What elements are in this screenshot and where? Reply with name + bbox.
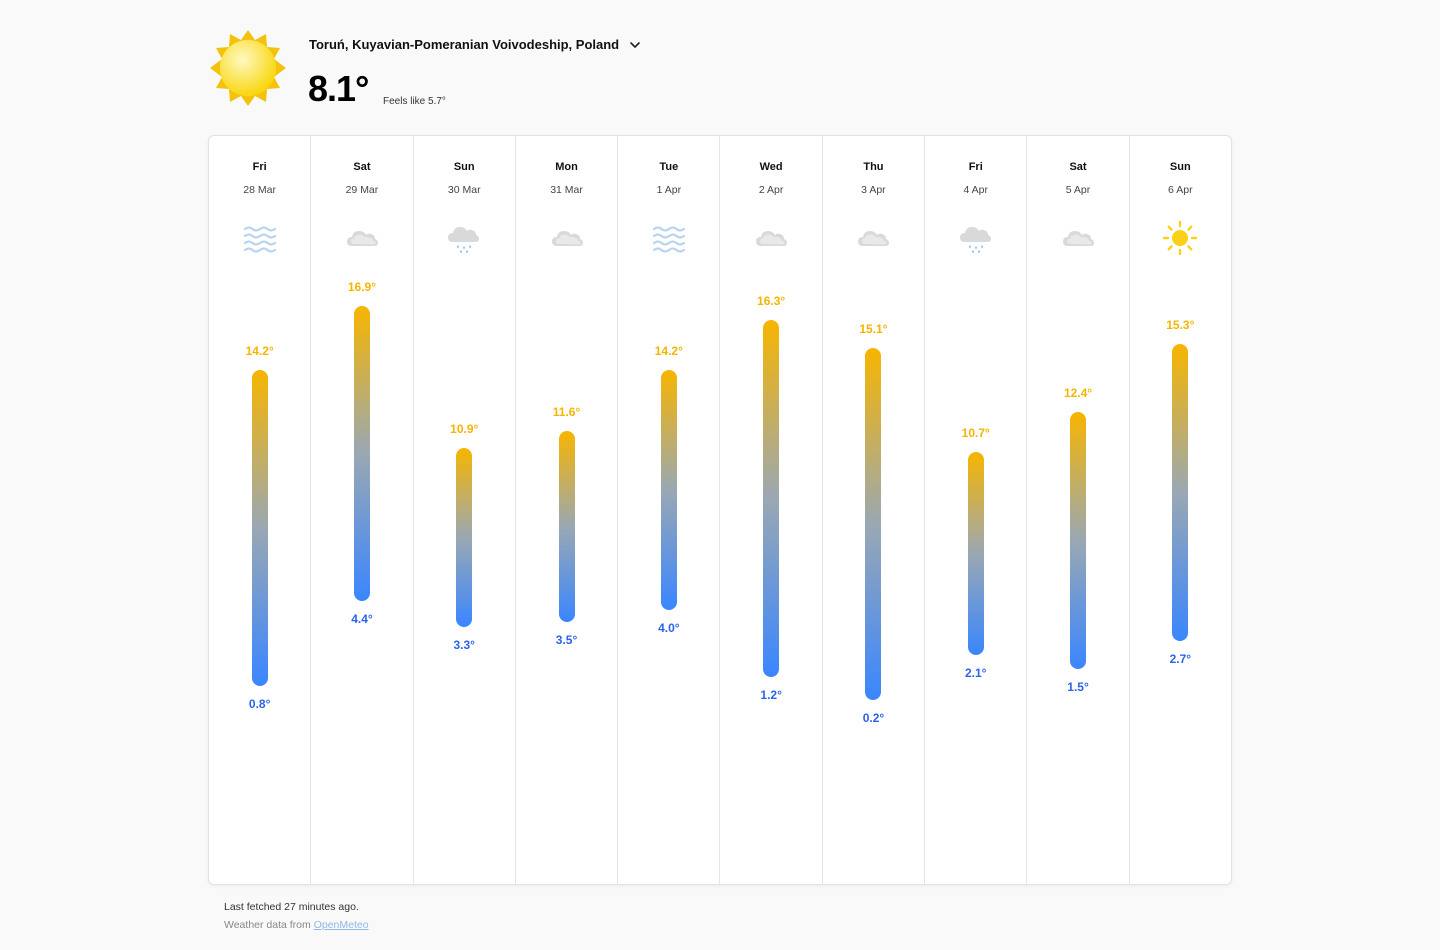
day-of-week: Fri	[968, 161, 983, 173]
day-of-week: Sun	[1169, 161, 1191, 173]
sun-icon	[210, 30, 286, 106]
location-selector[interactable]: Toruń, Kuyavian-Pomeranian Voivodeship, …	[309, 37, 641, 52]
sun-icon	[1162, 220, 1198, 256]
forecast-day-column: Wed 2 Apr 16.3° 1.2°	[720, 136, 823, 884]
day-date: 28 Mar	[243, 184, 276, 196]
high-temperature-label: 14.2°	[245, 343, 274, 358]
day-date: 5 Apr	[1065, 184, 1091, 196]
low-temperature-label: 1.2°	[760, 687, 782, 702]
high-temperature-label: 15.3°	[1166, 317, 1195, 332]
low-temperature-label: 1.5°	[1067, 680, 1089, 695]
high-temperature-label: 16.3°	[757, 294, 786, 309]
low-temperature-label: 4.4°	[351, 612, 373, 626]
temperature-range-bar	[456, 447, 473, 627]
location-name: Toruń, Kuyavian-Pomeranian Voivodeship, …	[309, 37, 620, 52]
day-of-week: Sun	[453, 161, 475, 173]
feels-like-temperature: Feels like 5.7°	[383, 96, 446, 107]
day-of-week: Sat	[353, 161, 371, 173]
temperature-range-bar	[967, 452, 984, 656]
temperature-range-bar	[660, 369, 677, 611]
temperature-range-bar	[353, 306, 370, 601]
day-date: 1 Apr	[656, 184, 682, 196]
current-temperature: 8.1°	[308, 68, 369, 109]
chevron-down-icon[interactable]	[629, 39, 641, 51]
low-temperature-label: 0.8°	[248, 696, 271, 711]
footer: Last fetched 27 minutes ago. Weather dat…	[224, 901, 369, 937]
temperature-range-bar	[763, 320, 780, 677]
cloud-icon	[753, 220, 789, 256]
day-date: 31 Mar	[550, 184, 583, 196]
fog-icon	[651, 220, 687, 256]
low-temperature-label: 4.0°	[658, 621, 680, 636]
forecast-day-column: Fri 4 Apr 10.7° 2.1°	[925, 136, 1028, 884]
data-source-text: Weather data from OpenMeteo	[224, 919, 369, 931]
forecast-day-column: Sat 5 Apr 12.4° 1.5°	[1027, 136, 1130, 884]
day-of-week: Thu	[863, 161, 884, 173]
day-date: 30 Mar	[447, 184, 481, 196]
day-of-week: Fri	[252, 161, 267, 173]
low-temperature-label: 2.7°	[1169, 652, 1192, 667]
temperature-range-bar	[558, 431, 575, 623]
cloud-icon	[1060, 220, 1096, 256]
day-of-week: Sat	[1069, 161, 1087, 173]
cloud-icon	[549, 220, 585, 256]
forecast-day-column: Sat 29 Mar 16.9° 4.4°	[311, 136, 414, 884]
forecast-day-column: Mon 31 Mar 11.6° 3.5°	[516, 136, 619, 884]
high-temperature-label: 14.2°	[654, 343, 683, 358]
rain-cloud-icon	[958, 220, 994, 256]
day-date: 6 Apr	[1168, 184, 1193, 196]
data-source-prefix: Weather data from	[224, 919, 311, 931]
high-temperature-label: 15.1°	[859, 322, 888, 337]
day-date: 3 Apr	[861, 184, 886, 196]
low-temperature-label: 0.2°	[862, 711, 885, 726]
temperature-range-bar	[251, 369, 268, 686]
forecast-day-column: Fri 28 Mar 14.2° 0.8°	[209, 136, 312, 884]
day-of-week: Tue	[659, 161, 679, 173]
cloud-icon	[344, 220, 380, 256]
day-date: 4 Apr	[963, 184, 988, 196]
day-date: 2 Apr	[758, 184, 784, 196]
last-fetched-text: Last fetched 27 minutes ago.	[224, 901, 359, 913]
forecast-day-column: Sun 6 Apr 15.3° 2.7°	[1130, 136, 1231, 884]
forecast-day-column: Sun 30 Mar 10.9° 3.3°	[414, 136, 516, 884]
low-temperature-label: 2.1°	[964, 666, 987, 681]
forecast-chart: Fri 28 Mar 14.2° 0.8° Sat 29 Mar 16.9° 4.4° Su…	[208, 135, 1232, 885]
low-temperature-label: 3.3°	[453, 637, 475, 652]
day-date: 29 Mar	[345, 184, 379, 196]
day-of-week: Wed	[759, 161, 783, 173]
temperature-range-bar	[1070, 412, 1087, 670]
temperature-range-bar	[865, 348, 882, 701]
day-of-week: Mon	[555, 161, 578, 173]
openmeteo-link[interactable]: OpenMeteo	[314, 919, 369, 931]
temperature-range-bar	[1172, 343, 1189, 642]
forecast-day-column: Tue 1 Apr 14.2° 4.0°	[618, 136, 721, 884]
high-temperature-label: 11.6°	[552, 405, 581, 420]
high-temperature-label: 10.9°	[450, 421, 479, 436]
high-temperature-label: 10.7°	[961, 426, 990, 441]
low-temperature-label: 3.5°	[555, 633, 578, 648]
high-temperature-label: 16.9°	[347, 280, 377, 294]
cloud-icon	[855, 220, 891, 256]
forecast-day-column: Thu 3 Apr 15.1° 0.2°	[823, 136, 926, 884]
rain-cloud-icon	[446, 220, 482, 256]
high-temperature-label: 12.4°	[1063, 386, 1093, 401]
current-weather-header: Toruń, Kuyavian-Pomeranian Voivodeship, …	[208, 28, 908, 118]
fog-icon	[242, 220, 278, 256]
